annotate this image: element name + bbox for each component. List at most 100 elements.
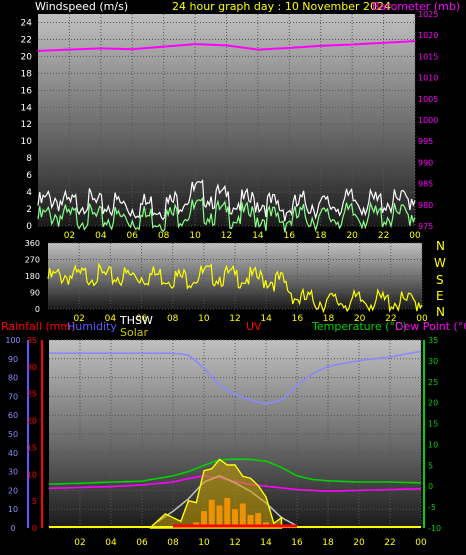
- temperature-tick-label: 20: [428, 399, 438, 408]
- legend-rainfall: Rainfall (mm): [1, 320, 75, 333]
- uv-bar: [208, 499, 215, 528]
- legend-uv: UV: [246, 320, 262, 333]
- barometer-tick-label: 1000: [418, 116, 438, 125]
- rainfall-tick-label: 30: [27, 363, 37, 372]
- wind-x-tick-label: 14: [252, 231, 264, 241]
- windspeed-tick-label: 12: [21, 120, 32, 130]
- temperature-tick-label: -5: [428, 503, 436, 512]
- barometer-tick-label: 975: [418, 222, 433, 231]
- wind-x-tick-label: 12: [221, 231, 232, 241]
- windspeed-tick-label: 6: [26, 171, 32, 181]
- compass-w: W: [434, 256, 446, 270]
- barometer-tick-label: 1015: [418, 52, 438, 61]
- direction-tick-label: 270: [25, 256, 40, 265]
- climate-x-tick-label: 10: [198, 538, 210, 548]
- wind-x-tick-label: 00: [409, 231, 421, 241]
- rainfall-tick-label: 5: [32, 497, 37, 506]
- temperature-tick-label: 35: [428, 336, 438, 345]
- compass-n-bottom: N: [436, 305, 445, 319]
- wind-x-tick-label: 18: [315, 231, 327, 241]
- barometer-tick-label: 990: [418, 158, 433, 167]
- direction-x-tick-label: 10: [198, 314, 210, 324]
- climate-x-tick-label: 12: [229, 538, 240, 548]
- windspeed-tick-label: 8: [26, 154, 32, 164]
- temperature-tick-label: 25: [428, 378, 438, 387]
- legend-dewpoint: Dew Point (°C): [395, 320, 466, 333]
- windspeed-axis-title: Windspeed (m/s): [35, 0, 128, 13]
- temperature-tick-label: 5: [428, 461, 433, 470]
- wind-x-tick-label: 16: [284, 231, 296, 241]
- wind-x-tick-label: 08: [158, 231, 170, 241]
- humidity-tick-label: 50: [8, 430, 18, 439]
- legend-humidity: Humidity: [67, 320, 117, 333]
- wind-x-tick-label: 02: [64, 231, 75, 241]
- windspeed-tick-label: 22: [21, 35, 32, 45]
- windspeed-tick-label: 20: [21, 52, 33, 62]
- climate-x-tick-label: 20: [353, 538, 365, 548]
- direction-tick-label: 0: [35, 305, 40, 314]
- rainfall-tick-label: 10: [27, 470, 37, 479]
- barometer-tick-label: 1005: [418, 95, 438, 104]
- rainfall-tick-label: 15: [27, 443, 37, 452]
- humidity-tick-label: 100: [5, 336, 20, 345]
- windspeed-tick-label: 4: [26, 188, 32, 198]
- direction-x-tick-label: 12: [229, 314, 240, 324]
- uv-bar: [239, 503, 246, 528]
- rainfall-tick-label: 20: [27, 417, 37, 426]
- temperature-tick-label: -10: [428, 524, 441, 533]
- uv-bar: [224, 497, 231, 528]
- legend-temperature: Temperature (°C): [311, 320, 407, 333]
- barometer-tick-label: 980: [418, 201, 433, 210]
- windspeed-tick-label: 0: [26, 222, 32, 232]
- compass-s: S: [436, 273, 444, 287]
- compass-e: E: [436, 289, 444, 303]
- climate-x-tick-label: 08: [167, 538, 179, 548]
- climate-x-tick-label: 14: [260, 538, 272, 548]
- temperature-tick-label: 0: [428, 482, 433, 491]
- humidity-tick-label: 40: [8, 449, 18, 458]
- temperature-tick-label: 15: [428, 420, 438, 429]
- humidity-tick-label: 80: [8, 374, 18, 383]
- humidity-tick-label: 10: [8, 505, 18, 514]
- legend-solar: Solar: [120, 326, 149, 339]
- direction-tick-label: 90: [30, 289, 40, 298]
- climate-x-tick-label: 04: [105, 538, 117, 548]
- direction-x-tick-label: 16: [292, 314, 304, 324]
- climate-x-tick-label: 16: [291, 538, 303, 548]
- humidity-tick-label: 30: [8, 468, 18, 477]
- direction-tick-label: 360: [25, 239, 40, 248]
- wind-x-tick-label: 04: [95, 231, 107, 241]
- climate-x-tick-label: 06: [136, 538, 148, 548]
- barometer-tick-label: 995: [418, 137, 433, 146]
- climate-x-tick-label: 22: [384, 538, 395, 548]
- temperature-tick-label: 30: [428, 357, 438, 366]
- wind-x-tick-label: 10: [189, 231, 201, 241]
- weather-graph: 02 04 06 08 10 12 14 16 18 20 22 00 0 2 4 6 8 10 12 14 16 18 2…: [0, 0, 466, 555]
- humidity-tick-label: 0: [10, 524, 15, 533]
- wind-x-tick-label: 20: [346, 231, 358, 241]
- humidity-tick-label: 70: [8, 392, 18, 401]
- barometer-tick-label: 1010: [418, 74, 438, 83]
- climate-x-tick-label: 02: [74, 538, 85, 548]
- rainfall-tick-label: 0: [32, 524, 37, 533]
- direction-tick-label: 180: [25, 272, 40, 281]
- barometer-tick-label: 1020: [418, 31, 438, 40]
- wind-x-tick-label: 22: [378, 231, 389, 241]
- barometer-tick-label: 985: [418, 180, 433, 189]
- graph-date-title: 24 hour graph day : 10 November 2024: [172, 0, 391, 13]
- direction-x-tick-label: 08: [167, 314, 179, 324]
- rainfall-tick-label: 35: [27, 336, 37, 345]
- windspeed-tick-label: 24: [21, 18, 33, 28]
- direction-x-tick-label: 14: [260, 314, 272, 324]
- windspeed-tick-label: 10: [21, 137, 33, 147]
- humidity-tick-label: 20: [8, 486, 18, 495]
- humidity-tick-label: 90: [8, 355, 18, 364]
- windspeed-tick-label: 2: [26, 205, 32, 215]
- compass-n-top: N: [436, 239, 445, 253]
- temperature-tick-label: 10: [428, 440, 438, 449]
- climate-x-tick-label: 18: [322, 538, 334, 548]
- weather-graph-canvas: 02 04 06 08 10 12 14 16 18 20 22 000246810121416182…: [1, 0, 466, 548]
- barometer-axis-title: Barometer (mb): [372, 0, 460, 13]
- windspeed-tick-label: 18: [21, 69, 33, 79]
- rainfall-tick-label: 25: [27, 390, 37, 399]
